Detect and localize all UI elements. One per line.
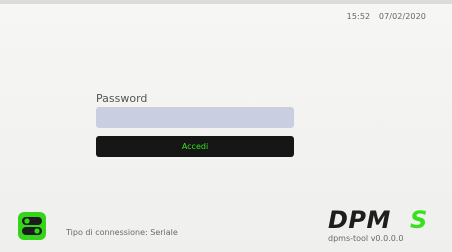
svg-text:DPM: DPM xyxy=(328,206,391,232)
app-version: dpms-tool v0.0.0.0 xyxy=(328,234,404,243)
clock-date: 07/02/2020 xyxy=(378,12,426,21)
password-input[interactable] xyxy=(96,107,294,128)
password-label: Password xyxy=(96,92,148,105)
brand-block: DPM S dpms-tool v0.0.0.0 xyxy=(326,206,446,243)
serial-toggle-icon[interactable] xyxy=(18,212,46,240)
clock-time: 15:52 xyxy=(346,12,371,21)
login-screen: 15:52 07/02/2020 Password Accedi Tipo di… xyxy=(0,0,452,252)
svg-text:S: S xyxy=(410,206,427,232)
clock: 15:52 07/02/2020 xyxy=(347,12,426,21)
screen-bezel xyxy=(0,0,452,4)
login-button[interactable]: Accedi xyxy=(96,136,294,157)
dpms-logo: DPM S xyxy=(328,206,427,232)
login-form: Password Accedi xyxy=(96,92,294,157)
connection-type-label: Tipo di connessione: Seriale xyxy=(66,228,178,237)
